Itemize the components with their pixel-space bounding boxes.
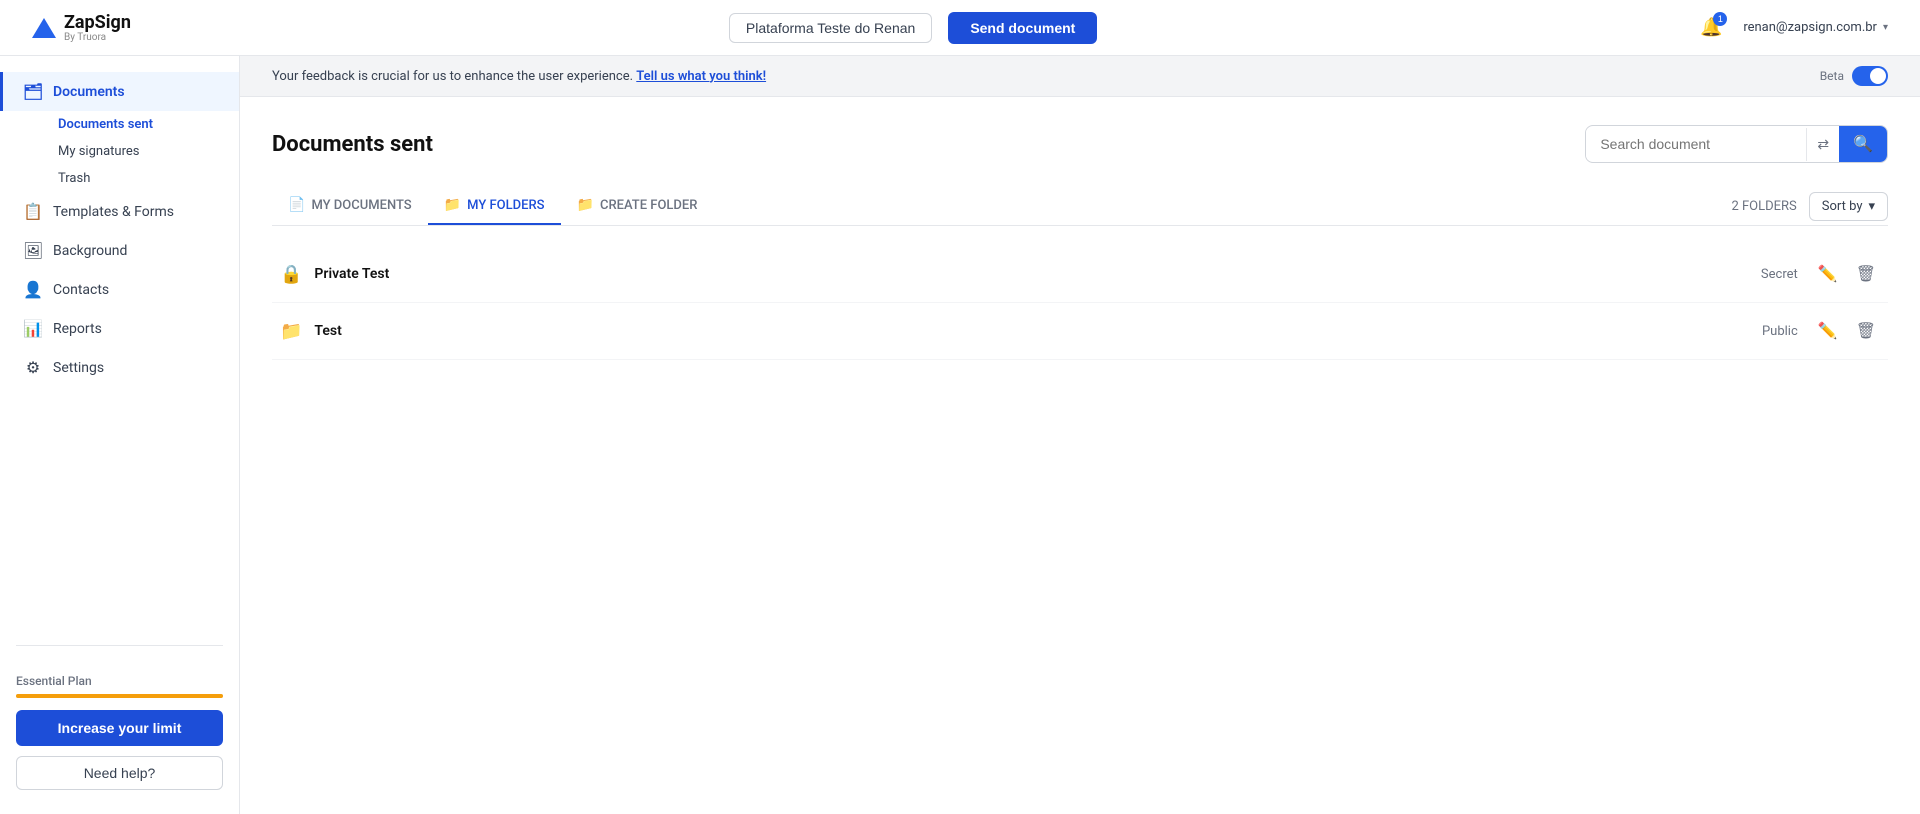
folder-visibility-private-test: Secret (1761, 267, 1798, 282)
content-area: Documents sent ⇄ 🔍 📄 MY DOCUMENTS 📁 MY F… (240, 97, 1920, 388)
search-input[interactable] (1586, 128, 1806, 160)
sidebar-divider (16, 645, 223, 646)
search-filter-button[interactable]: ⇄ (1806, 128, 1839, 161)
folder-actions-test: ✏️ 🗑 (1814, 317, 1880, 345)
feedback-link[interactable]: Tell us what you think! (636, 69, 766, 84)
logo-text-group: ZapSign By Truora (64, 12, 131, 43)
sidebar-sub-item-my-signatures[interactable]: My signatures (50, 138, 239, 165)
sidebar-nav: 🗂 Documents Documents sent My signatures… (0, 72, 239, 633)
logo-triangle-icon (32, 18, 56, 38)
sidebar-item-documents[interactable]: 🗂 Documents (0, 72, 239, 111)
notification-button[interactable]: 🔔 1 (1695, 12, 1727, 44)
folders-count: 2 FOLDERS (1731, 199, 1796, 214)
sidebar-item-label-reports: Reports (53, 321, 102, 337)
sidebar-sub-item-trash[interactable]: Trash (50, 165, 239, 192)
sidebar-item-background[interactable]: 🖼 Background (0, 231, 239, 270)
sidebar-sub-item-documents-sent[interactable]: Documents sent (50, 111, 239, 138)
page-title: Documents sent (272, 132, 433, 157)
folder-visibility-test: Public (1762, 324, 1798, 339)
table-row: 📁 Test Public ✏️ 🗑 (272, 303, 1888, 360)
tab-my-documents[interactable]: 📄 MY DOCUMENTS (272, 187, 428, 225)
toggle-thumb (1870, 68, 1886, 84)
topnav: ZapSign By Truora Plataforma Teste do Re… (0, 0, 1920, 56)
topnav-right: 🔔 1 renan@zapsign.com.br ▾ (1695, 12, 1888, 44)
folder-actions-private-test: ✏️ 🗑 (1814, 260, 1880, 288)
sort-dropdown[interactable]: Sort by ▾ (1809, 192, 1888, 221)
sidebar-item-settings[interactable]: ⚙ Settings (0, 348, 239, 387)
search-box: ⇄ 🔍 (1585, 125, 1888, 163)
tab-label-my-folders: MY FOLDERS (467, 198, 544, 213)
my-folders-tab-icon: 📁 (444, 197, 461, 213)
folder-list: 🔒 Private Test Secret ✏️ 🗑 📁 Test Public… (272, 246, 1888, 360)
sidebar-item-contacts[interactable]: 👤 Contacts (0, 270, 239, 309)
sidebar-bottom: Essential Plan Increase your limit Need … (0, 658, 239, 798)
tab-label-create-folder: CREATE FOLDER (600, 198, 697, 213)
plan-label: Essential Plan (16, 674, 223, 688)
sidebar-item-label-templates: Templates & Forms (53, 204, 174, 220)
beta-toggle[interactable] (1852, 66, 1888, 86)
layout: 🗂 Documents Documents sent My signatures… (0, 56, 1920, 814)
content-header: Documents sent ⇄ 🔍 (272, 125, 1888, 163)
beta-toggle-area: Beta (1820, 66, 1888, 86)
beta-label: Beta (1820, 69, 1844, 83)
main-content: Your feedback is crucial for us to enhan… (240, 56, 1920, 814)
table-row: 🔒 Private Test Secret ✏️ 🗑 (272, 246, 1888, 303)
sidebar-item-label-contacts: Contacts (53, 282, 109, 298)
folder-name-private-test: Private Test (314, 266, 1760, 282)
need-help-button[interactable]: Need help? (16, 756, 223, 790)
notification-badge: 1 (1713, 12, 1727, 26)
settings-icon: ⚙ (23, 358, 43, 377)
documents-icon: 🗂 (23, 82, 43, 101)
plan-progress-track (16, 694, 223, 698)
increase-limit-button[interactable]: Increase your limit (16, 710, 223, 746)
lock-icon: 🔒 (280, 264, 302, 285)
folder-name-test: Test (314, 323, 1762, 339)
contacts-icon: 👤 (23, 280, 43, 299)
sidebar-sub-documents: Documents sent My signatures Trash (0, 111, 239, 192)
sidebar: 🗂 Documents Documents sent My signatures… (0, 56, 240, 814)
background-icon: 🖼 (23, 241, 43, 260)
sort-by-label: Sort by (1822, 199, 1863, 214)
edit-folder-test-button[interactable]: ✏️ (1814, 317, 1842, 345)
create-folder-tab-icon: 📁 (577, 197, 594, 213)
tab-my-folders[interactable]: 📁 MY FOLDERS (428, 187, 561, 225)
tab-create-folder[interactable]: 📁 CREATE FOLDER (561, 187, 714, 225)
delete-folder-test-button[interactable]: 🗑 (1852, 317, 1880, 345)
tab-label-my-documents: MY DOCUMENTS (311, 198, 411, 213)
sort-chevron-icon: ▾ (1868, 199, 1875, 214)
edit-folder-private-test-button[interactable]: ✏️ (1814, 260, 1842, 288)
user-email: renan@zapsign.com.br (1743, 20, 1877, 35)
sidebar-item-reports[interactable]: 📊 Reports (0, 309, 239, 348)
topnav-center: Plataforma Teste do Renan Send document (729, 12, 1097, 44)
feedback-text: Your feedback is crucial for us to enhan… (272, 69, 766, 84)
plan-progress-fill (16, 694, 223, 698)
tabs-row: 📄 MY DOCUMENTS 📁 MY FOLDERS 📁 CREATE FOL… (272, 187, 1888, 226)
user-menu[interactable]: renan@zapsign.com.br ▾ (1743, 20, 1888, 35)
delete-folder-private-test-button[interactable]: 🗑 (1852, 260, 1880, 288)
send-document-button[interactable]: Send document (948, 12, 1097, 44)
templates-icon: 📋 (23, 202, 43, 221)
chevron-down-icon: ▾ (1883, 22, 1888, 33)
sidebar-item-label-settings: Settings (53, 360, 104, 376)
sidebar-item-label-background: Background (53, 243, 127, 259)
reports-icon: 📊 (23, 319, 43, 338)
my-documents-tab-icon: 📄 (288, 197, 305, 213)
sidebar-item-templates[interactable]: 📋 Templates & Forms (0, 192, 239, 231)
workspace-button[interactable]: Plataforma Teste do Renan (729, 13, 932, 43)
feedback-bar: Your feedback is crucial for us to enhan… (240, 56, 1920, 97)
logo-area: ZapSign By Truora (32, 12, 131, 43)
logo-name: ZapSign (64, 12, 131, 33)
folder-icon: 📁 (280, 321, 302, 342)
search-button[interactable]: 🔍 (1839, 126, 1887, 162)
logo-sub: By Truora (64, 33, 131, 43)
sidebar-item-label-documents: Documents (53, 84, 125, 100)
